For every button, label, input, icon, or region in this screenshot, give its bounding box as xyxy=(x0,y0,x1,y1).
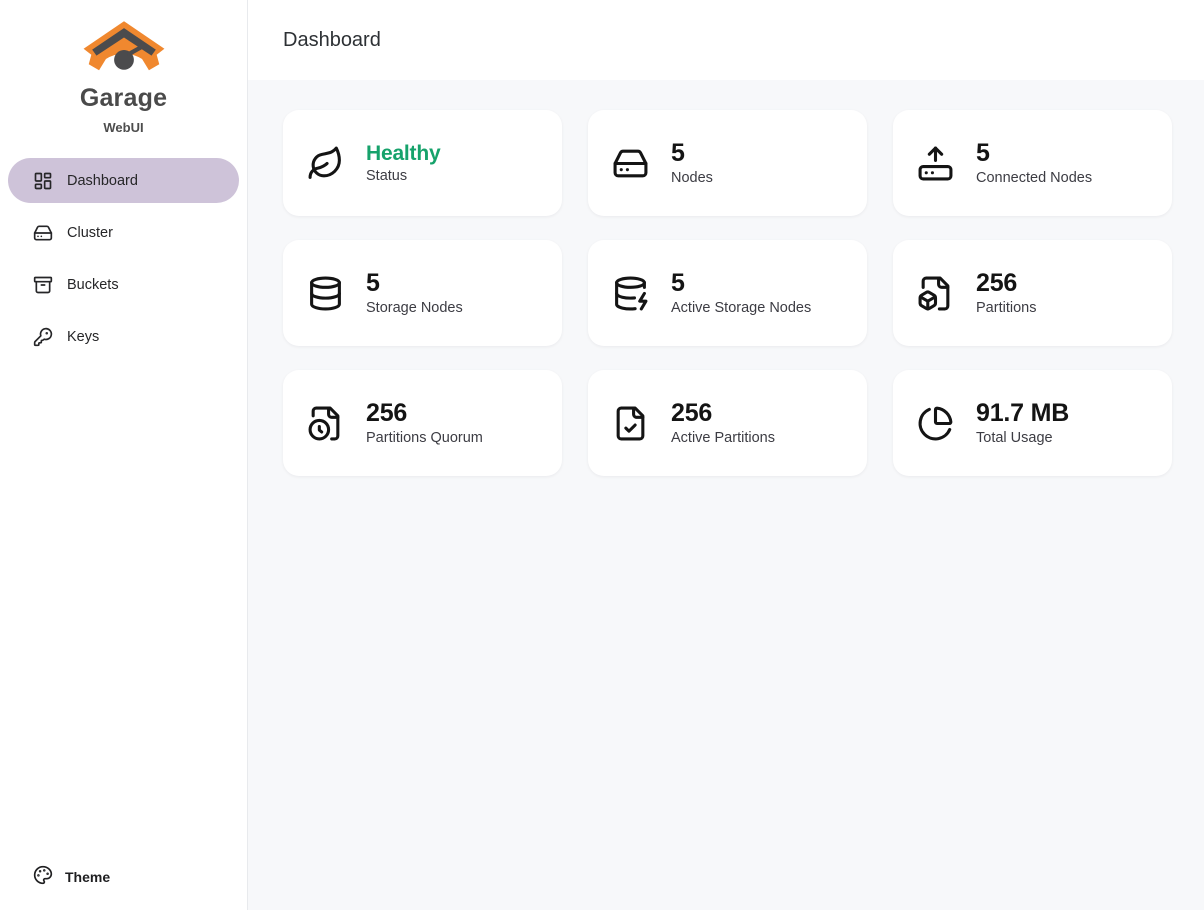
page-title: Dashboard xyxy=(283,29,381,52)
sidebar-item-buckets[interactable]: Buckets xyxy=(8,262,239,307)
sidebar-footer: Theme xyxy=(0,865,247,910)
main-area: Dashboard Healthy Status 5 Nodes 5 Conne… xyxy=(248,0,1204,910)
stat-value: 91.7 MB xyxy=(976,400,1069,428)
sidebar-item-dashboard[interactable]: Dashboard xyxy=(8,158,239,203)
stat-label: Status xyxy=(366,168,440,184)
sidebar-item-label: Buckets xyxy=(67,277,119,293)
stat-card-total-usage: 91.7 MB Total Usage xyxy=(893,370,1172,476)
sidebar-item-keys[interactable]: Keys xyxy=(8,314,239,359)
hard-drive-icon xyxy=(612,145,649,182)
dashboard-content: Healthy Status 5 Nodes 5 Connected Nodes… xyxy=(248,80,1204,910)
file-check-icon xyxy=(612,405,649,442)
stat-value: 256 xyxy=(976,270,1036,298)
stat-value: 5 xyxy=(671,270,811,298)
stat-value: 256 xyxy=(366,400,483,428)
archive-icon xyxy=(33,275,53,295)
stat-label: Partitions xyxy=(976,300,1036,316)
leaf-icon xyxy=(307,145,344,182)
brand: Garage WebUI xyxy=(0,0,247,135)
stat-value: Healthy xyxy=(366,142,440,165)
garage-logo-icon xyxy=(0,16,247,83)
sidebar-item-label: Keys xyxy=(67,329,99,345)
stat-value: 256 xyxy=(671,400,775,428)
sidebar-item-label: Dashboard xyxy=(67,173,138,189)
stat-value: 5 xyxy=(976,140,1092,168)
sidebar: Garage WebUI Dashboard Cluster Buckets K… xyxy=(0,0,248,910)
brand-subtitle: WebUI xyxy=(0,120,247,135)
stat-label: Nodes xyxy=(671,170,713,186)
stat-card-status: Healthy Status xyxy=(283,110,562,216)
key-icon xyxy=(33,327,53,347)
layout-dashboard-icon xyxy=(33,171,53,191)
pie-chart-icon xyxy=(917,405,954,442)
stat-label: Active Partitions xyxy=(671,430,775,446)
top-bar: Dashboard xyxy=(248,0,1204,80)
stat-label: Total Usage xyxy=(976,430,1069,446)
database-zap-icon xyxy=(612,275,649,312)
hard-drive-upload-icon xyxy=(917,145,954,182)
stat-value: 5 xyxy=(671,140,713,168)
stat-card-nodes: 5 Nodes xyxy=(588,110,867,216)
stat-value: 5 xyxy=(366,270,463,298)
theme-label: Theme xyxy=(65,869,110,885)
stat-card-connected-nodes: 5 Connected Nodes xyxy=(893,110,1172,216)
stat-card-partitions-quorum: 256 Partitions Quorum xyxy=(283,370,562,476)
sidebar-item-cluster[interactable]: Cluster xyxy=(8,210,239,255)
file-clock-icon xyxy=(307,405,344,442)
stat-label: Active Storage Nodes xyxy=(671,300,811,316)
stat-card-partitions: 256 Partitions xyxy=(893,240,1172,346)
theme-button[interactable]: Theme xyxy=(33,865,110,888)
database-icon xyxy=(307,275,344,312)
brand-title: Garage xyxy=(0,84,247,113)
stat-label: Connected Nodes xyxy=(976,170,1092,186)
stat-label: Partitions Quorum xyxy=(366,430,483,446)
stat-card-active-partitions: 256 Active Partitions xyxy=(588,370,867,476)
stats-grid: Healthy Status 5 Nodes 5 Connected Nodes… xyxy=(283,110,1172,476)
sidebar-nav: Dashboard Cluster Buckets Keys xyxy=(0,158,247,359)
stat-label: Storage Nodes xyxy=(366,300,463,316)
hard-drive-icon xyxy=(33,223,53,243)
file-box-icon xyxy=(917,275,954,312)
sidebar-item-label: Cluster xyxy=(67,225,113,241)
stat-card-active-storage-nodes: 5 Active Storage Nodes xyxy=(588,240,867,346)
palette-icon xyxy=(33,865,53,888)
stat-card-storage-nodes: 5 Storage Nodes xyxy=(283,240,562,346)
